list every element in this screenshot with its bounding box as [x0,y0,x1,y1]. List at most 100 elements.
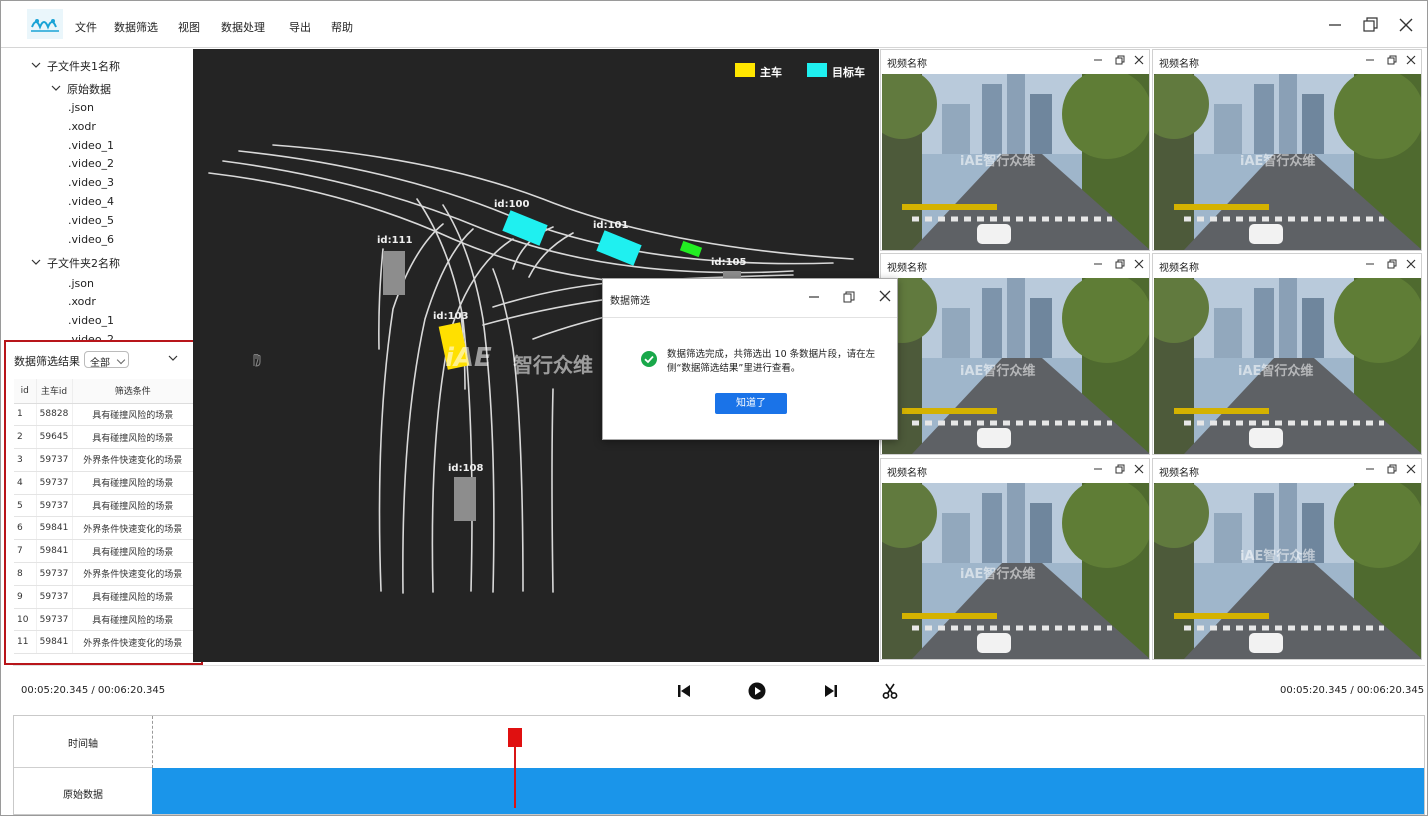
vehicle-green[interactable] [679,240,703,258]
minimize-icon[interactable] [1365,464,1375,474]
table-row[interactable]: 9 59737 具有碰撞风险的场景 [14,585,194,609]
table-row[interactable]: 10 59737 具有碰撞风险的场景 [14,608,194,632]
vehicle-id108[interactable] [454,477,476,521]
play-icon[interactable] [748,682,766,700]
row-car-id: 59737 [36,585,73,609]
table-row[interactable]: 11 59841 外界条件快速变化的场景 [14,630,194,655]
tree-file[interactable]: .video_2 [68,157,114,170]
menu-file[interactable]: 文件 [75,19,97,35]
tree-file[interactable]: .video_6 [68,233,114,246]
close-icon[interactable] [1134,464,1144,474]
menu-export[interactable]: 导出 [289,19,311,35]
table-row[interactable]: 3 59737 外界条件快速变化的场景 [14,448,194,472]
video-panel-3[interactable]: 视频名称 iAE智行众维 [880,253,1150,455]
restore-icon[interactable] [1360,15,1380,35]
timeline-panel: 时间轴 原始数据 [13,715,1425,815]
menu-data-filter[interactable]: 数据筛选 [114,19,158,35]
tree-file[interactable]: .video_1 [68,314,114,327]
tree-file[interactable]: .xodr [68,120,96,133]
restore-icon[interactable] [1115,464,1125,474]
minimize-icon[interactable] [1093,259,1103,269]
vehicle-id111[interactable] [383,251,405,295]
target-vehicle-id101[interactable] [596,230,642,266]
skip-forward-icon[interactable] [822,682,840,700]
tree-folder-2[interactable]: 子文件夹2名称 [47,255,120,271]
minimize-icon[interactable] [1325,15,1345,35]
restore-icon[interactable] [1387,464,1397,474]
table-row[interactable]: 8 59737 外界条件快速变化的场景 [14,562,194,586]
restore-icon[interactable] [1387,55,1397,65]
chevron-down-icon[interactable] [51,83,61,93]
skip-back-icon[interactable] [675,682,693,700]
video-panel-5[interactable]: 视频名称 iAE智行众维 [880,458,1150,660]
close-icon[interactable] [1406,464,1416,474]
video-frame[interactable]: iAE智行众维 [1154,74,1421,250]
tree-folder-1[interactable]: 子文件夹1名称 [47,58,120,74]
close-icon[interactable] [1406,259,1416,269]
legend-swatch-target [807,63,827,77]
table-row[interactable]: 2 59645 具有碰撞风险的场景 [14,425,194,450]
row-car-id: 59737 [36,448,73,472]
watermark-logo: iAE [445,343,492,373]
chevron-down-icon[interactable] [31,60,41,70]
restore-icon[interactable] [1115,259,1125,269]
row-id: 4 [14,471,37,495]
tree-file[interactable]: .video_1 [68,139,114,152]
table-row[interactable]: 6 59841 外界条件快速变化的场景 [14,516,194,541]
target-vehicle-id100[interactable] [502,210,548,246]
video-frame[interactable]: iAE智行众维 [882,483,1149,659]
table-row[interactable]: 5 59737 具有碰撞风险的场景 [14,494,194,518]
tree-subfolder-raw[interactable]: 原始数据 [67,81,111,97]
column-header-id[interactable]: id [14,379,37,404]
timeline-axis-track[interactable] [152,716,1424,768]
tree-file[interactable]: .video_5 [68,214,114,227]
chevron-down-icon[interactable] [168,354,178,362]
minimize-icon[interactable] [808,291,820,303]
video-panel-4[interactable]: 视频名称 iAE智行众维 [1152,253,1422,455]
row-id: 10 [14,608,37,632]
restore-icon[interactable] [1115,55,1125,65]
chevron-down-icon[interactable] [31,257,41,267]
results-filter-select[interactable]: 全部 [84,351,129,369]
video-panel-2[interactable]: 视频名称 iAE智行众维 [1152,49,1422,251]
restore-icon[interactable] [843,291,855,303]
minimize-icon[interactable] [1093,464,1103,474]
close-icon[interactable] [879,290,891,302]
table-row[interactable]: 7 59841 具有碰撞风险的场景 [14,539,194,564]
scissors-icon[interactable] [881,682,899,700]
video-frame[interactable]: iAE智行众维 [1154,278,1421,454]
minimize-icon[interactable] [1365,259,1375,269]
video-frame[interactable]: iAE智行众维 [882,74,1149,250]
row-car-id: 58828 [36,403,73,427]
minimize-icon[interactable] [1093,55,1103,65]
menu-help[interactable]: 帮助 [331,19,353,35]
tree-file[interactable]: .json [68,101,94,114]
car-label: id:108 [448,463,484,474]
playback-bar: 00:05:20.345 / 00:06:20.345 00:05:20.345… [13,665,1425,715]
playhead-handle[interactable] [507,728,522,747]
video-panel-6[interactable]: 视频名称 iAE智行众维 [1152,458,1422,660]
tree-file[interactable]: .video_4 [68,195,114,208]
menu-view[interactable]: 视图 [178,19,200,35]
raw-data-track[interactable] [152,768,1424,814]
video-panel-1[interactable]: 视频名称 iAE智行众维 [880,49,1150,251]
menu-data-processing[interactable]: 数据处理 [221,19,265,35]
table-row[interactable]: 1 58828 具有碰撞风险的场景 [14,403,194,427]
row-car-id: 59737 [36,562,73,586]
tree-file[interactable]: .json [68,277,94,290]
close-icon[interactable] [1396,15,1416,35]
dialog-ok-button[interactable]: 知道了 [715,393,787,414]
restore-icon[interactable] [1387,259,1397,269]
close-icon[interactable] [1134,55,1144,65]
column-header-condition[interactable]: 筛选条件 [72,379,194,404]
video-frame[interactable]: iAE智行众维 [1154,483,1421,659]
tree-file[interactable]: .xodr [68,295,96,308]
column-header-car-id[interactable]: 主车id [36,379,73,404]
close-icon[interactable] [1134,259,1144,269]
table-row[interactable]: 4 59737 具有碰撞风险的场景 [14,471,194,495]
tree-file[interactable]: .video_3 [68,176,114,189]
minimize-icon[interactable] [1365,55,1375,65]
dialog-title: 数据筛选 [610,296,650,307]
video-frame[interactable]: iAE智行众维 [882,278,1149,454]
close-icon[interactable] [1406,55,1416,65]
